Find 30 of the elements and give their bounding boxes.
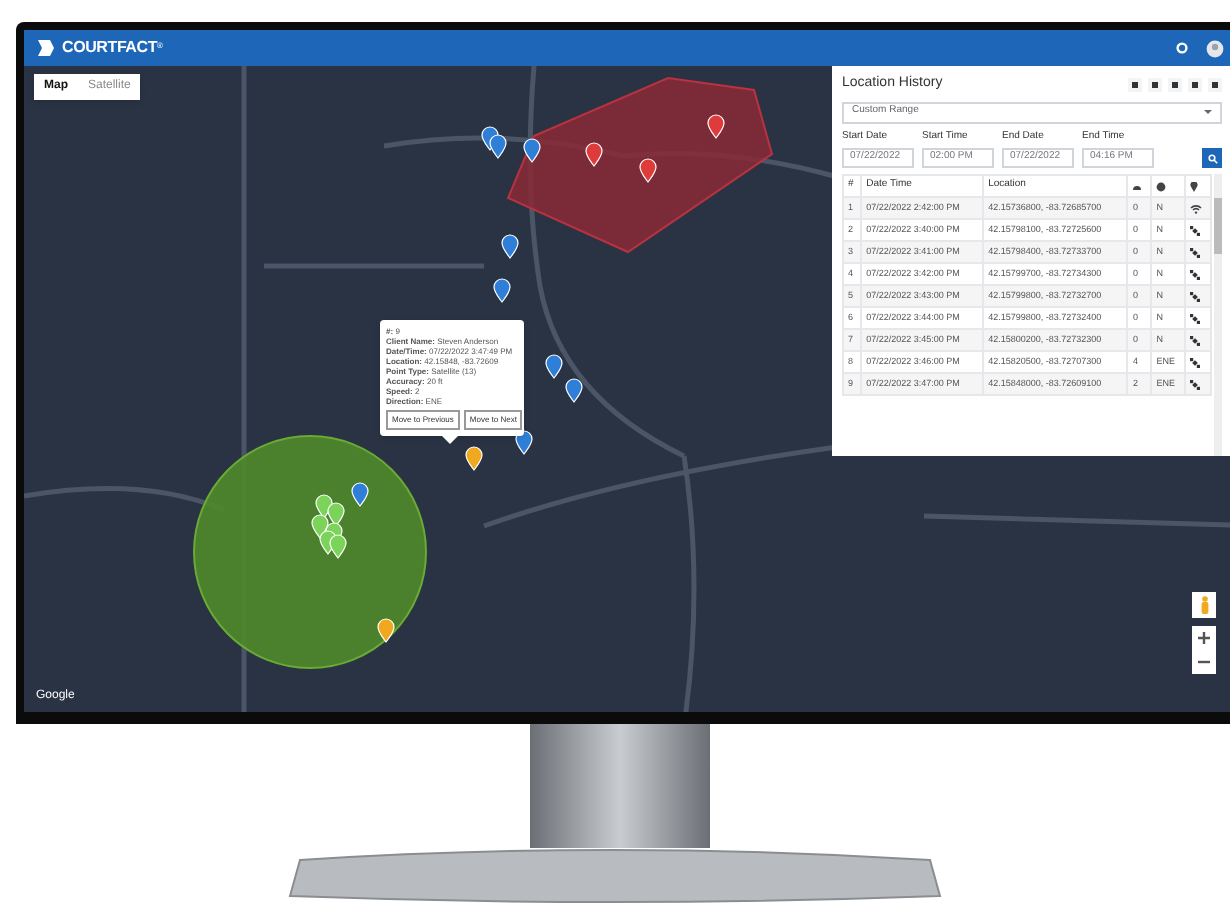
search-button[interactable] <box>1202 148 1222 168</box>
search-icon <box>1207 153 1217 163</box>
map-pin-icon[interactable] <box>465 446 483 471</box>
satellite-icon <box>1190 247 1201 257</box>
satellite-icon <box>1190 357 1201 367</box>
map-pin-icon[interactable] <box>523 138 541 163</box>
satellite-icon <box>1190 379 1201 389</box>
map-pin-icon[interactable] <box>639 158 657 183</box>
caret-icon <box>1204 110 1212 114</box>
user-avatar-icon[interactable] <box>1206 39 1224 57</box>
map-pin-icon[interactable] <box>565 378 583 403</box>
map-pin-icon[interactable] <box>493 278 511 303</box>
satellite-icon <box>1190 313 1201 323</box>
map-pin-icon[interactable] <box>585 142 603 167</box>
satellite-icon <box>1190 225 1201 235</box>
map-pin-icon[interactable] <box>545 354 563 379</box>
minus-icon <box>1198 656 1210 668</box>
map-pin-icon[interactable] <box>377 618 395 643</box>
logo-icon <box>36 38 56 58</box>
satellite-icon <box>1190 291 1201 301</box>
map-pin-icon[interactable] <box>489 134 507 159</box>
wifi-icon <box>1190 203 1203 213</box>
zoom-in-button[interactable] <box>1198 626 1210 650</box>
map-pin-icon[interactable] <box>501 234 519 259</box>
pin-cluster-icon[interactable] <box>311 494 347 559</box>
plus-icon <box>1198 632 1210 644</box>
map-pin-icon[interactable] <box>707 114 725 139</box>
person-icon <box>1199 596 1209 614</box>
satellite-icon <box>1190 335 1201 345</box>
satellite-icon <box>1190 269 1201 279</box>
